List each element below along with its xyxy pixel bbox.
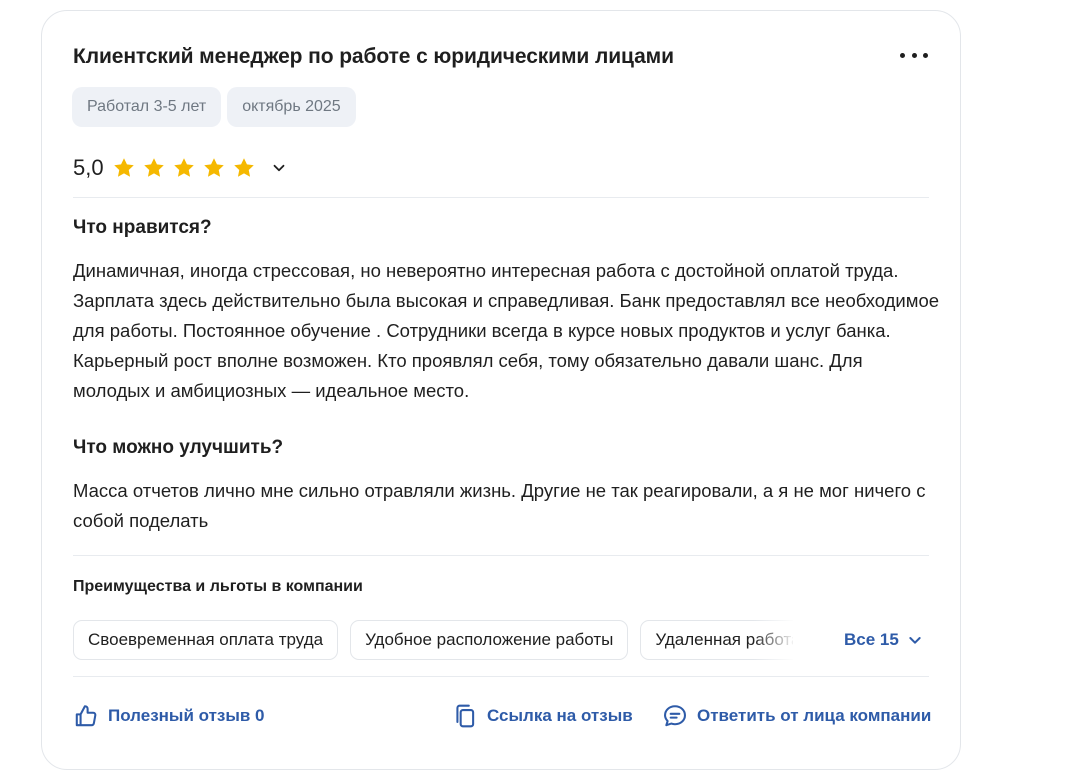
tag-experience: Работал 3-5 лет — [72, 87, 222, 127]
link-button[interactable]: Ссылка на отзыв — [452, 703, 633, 729]
star-icon — [143, 158, 164, 177]
chat-bubble-icon — [664, 705, 686, 727]
rating-stars — [112, 156, 256, 180]
likes-heading: Что нравится? — [73, 217, 212, 238]
thumbs-up-icon — [75, 705, 97, 727]
benefits-fade — [753, 620, 803, 662]
review-tags: Работал 3-5 лет октябрь 2025 — [72, 87, 356, 127]
rating-value: 5,0 — [73, 155, 104, 180]
benefit-chip[interactable]: Своевременная оплата труда — [73, 620, 339, 660]
likes-text: Динамичная, иногда стрессовая, но неверо… — [73, 260, 940, 401]
all-benefits-button[interactable]: Все 15 — [844, 630, 923, 650]
reply-button[interactable]: Ответить от лица компании — [662, 703, 931, 729]
improve-heading: Что можно улучшить? — [73, 437, 284, 458]
benefits-list: Своевременная оплата труда Удобное распо… — [73, 620, 793, 662]
helpful-button[interactable]: Полезный отзыв 0 — [73, 703, 265, 729]
star-icon — [203, 158, 224, 177]
all-benefits-label: Все 15 — [844, 630, 899, 649]
star-icon — [173, 158, 194, 177]
rating-row: 5,0 — [73, 155, 288, 181]
reply-label: Ответить от лица компании — [697, 706, 932, 725]
copy-icon — [456, 704, 475, 728]
tag-date: октябрь 2025 — [227, 87, 356, 127]
chevron-down-icon — [909, 637, 921, 644]
more-dots-icon[interactable] — [900, 47, 928, 63]
divider — [73, 555, 929, 556]
divider — [73, 676, 929, 677]
star-icon — [113, 158, 134, 177]
link-label: Ссылка на отзыв — [487, 706, 633, 725]
improve-text: Масса отчетов лично мне сильно отравляли… — [73, 480, 926, 531]
review-card: Клиентский менеджер по работе с юридичес… — [41, 10, 961, 770]
benefit-chip[interactable]: Удобное расположение работы — [350, 620, 629, 660]
chevron-down-icon[interactable] — [270, 159, 288, 177]
star-icon — [233, 158, 254, 177]
benefits-heading: Преимущества и льготы в компании — [73, 578, 363, 595]
review-actions: Полезный отзыв 0 Ссылка на отзыв Ответит… — [73, 703, 932, 731]
divider — [73, 197, 929, 198]
helpful-label: Полезный отзыв 0 — [108, 706, 265, 725]
review-title: Клиентский менеджер по работе с юридичес… — [73, 45, 674, 68]
